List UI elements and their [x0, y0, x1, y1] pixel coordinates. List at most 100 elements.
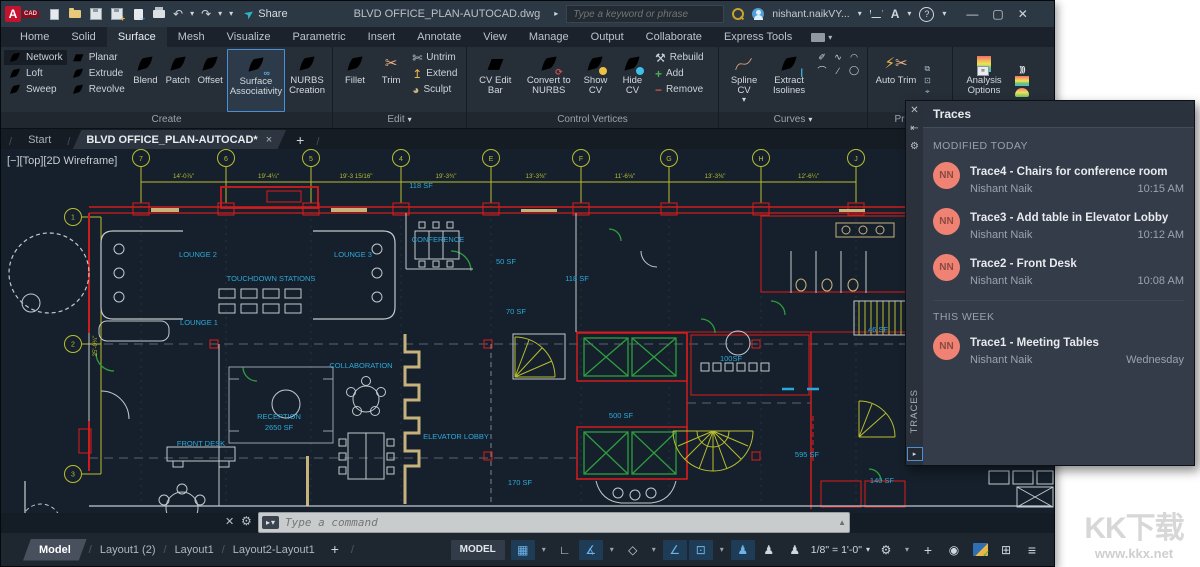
autodesk-a-icon[interactable]: A: [891, 8, 900, 20]
cv-edit-bar-button[interactable]: CV Edit Bar: [470, 49, 521, 112]
username[interactable]: nishant.naikVY...: [772, 8, 849, 20]
loft-button[interactable]: Loft: [4, 66, 67, 81]
curve-wave-icon[interactable]: ∿: [834, 52, 842, 63]
help-caret-icon[interactable]: ▾: [942, 10, 946, 18]
redo-icon[interactable]: ↷: [201, 8, 211, 20]
layout-tab[interactable]: Layout1 (2): [94, 544, 162, 556]
isodraft-caret-icon[interactable]: ▾: [647, 540, 661, 560]
grid-display-button[interactable]: ▦: [510, 539, 535, 560]
file-tab-start[interactable]: Start: [14, 130, 65, 150]
plot-icon[interactable]: [152, 7, 166, 21]
trace-item[interactable]: NN Trace1 - Meeting Tables Nishant Naik Wed…: [933, 333, 1184, 366]
qat-customize-icon[interactable]: ▾: [229, 10, 233, 18]
recent-commands-icon[interactable]: ▸ ▾: [262, 516, 279, 529]
clean-screen-button[interactable]: ⊞: [994, 540, 1018, 560]
blend-button[interactable]: Blend: [129, 49, 162, 112]
fillet-button[interactable]: Fillet: [336, 49, 374, 112]
commandline-close-icon[interactable]: ✕: [225, 515, 234, 528]
layout-tab[interactable]: Layout2-Layout1: [227, 544, 321, 556]
object-snap-button[interactable]: ⊡: [688, 539, 713, 560]
revolve-button[interactable]: Revolve: [67, 82, 129, 97]
tab-annotate[interactable]: Annotate: [406, 27, 472, 47]
panel-curves-label[interactable]: Curves ▾: [719, 112, 867, 128]
tab-output[interactable]: Output: [580, 27, 635, 47]
close-button[interactable]: ✕: [1018, 8, 1028, 20]
untrim-button[interactable]: ✄ Untrim: [408, 50, 463, 65]
patch-button[interactable]: Patch: [162, 49, 194, 112]
search-icon[interactable]: [732, 8, 745, 20]
tab-parametric[interactable]: Parametric: [281, 27, 356, 47]
hide-cv-button[interactable]: Hide CV: [614, 49, 651, 112]
help-search-field[interactable]: [566, 5, 725, 23]
palette-close-icon[interactable]: ✕: [910, 105, 918, 116]
gear-caret-icon[interactable]: ▾: [900, 540, 914, 560]
trim-button[interactable]: ✂ Trim: [374, 49, 408, 112]
layout-tab[interactable]: Layout1: [169, 544, 220, 556]
trace-item[interactable]: NN Trace3 - Add table in Elevator Lobby Ni…: [933, 208, 1184, 241]
tab-express-tools[interactable]: Express Tools: [713, 27, 803, 47]
command-history-icon[interactable]: ▲: [838, 518, 846, 527]
viewport-controls[interactable]: [−][Top][2D Wireframe]: [7, 155, 117, 167]
nurbs-creation-button[interactable]: NURBS Creation: [285, 49, 329, 112]
curve-line-icon[interactable]: ∕: [837, 66, 839, 76]
app-logo-icon[interactable]: A CAD: [5, 6, 39, 22]
undo-icon[interactable]: ↶: [173, 8, 183, 20]
spline-cv-button[interactable]: Spline CV ▾: [722, 49, 766, 112]
commandline-customize-icon[interactable]: ⚙: [241, 514, 252, 528]
curve-pen-icon[interactable]: ✐: [818, 52, 826, 63]
minimize-button[interactable]: —: [966, 8, 978, 20]
curvature-analysis-icon[interactable]: [1015, 75, 1029, 86]
tab-surface[interactable]: Surface: [106, 27, 167, 47]
new-layout-button[interactable]: +: [331, 541, 339, 557]
tab-visualize[interactable]: Visualize: [216, 27, 282, 47]
tab-overflow-button[interactable]: ▾: [803, 27, 840, 47]
autoscale-button[interactable]: ♟: [757, 540, 781, 560]
annotation-visibility-button[interactable]: ♟: [730, 539, 755, 560]
export-icon[interactable]: [131, 7, 147, 22]
app-store-cart-icon[interactable]: [869, 10, 883, 18]
maximize-button[interactable]: ▢: [992, 8, 1003, 20]
search-expand-icon[interactable]: ▸: [554, 10, 558, 18]
extend-button[interactable]: ↥ Extend: [408, 66, 463, 81]
trace-toolbar-icon[interactable]: ▸: [906, 447, 923, 461]
tab-solid[interactable]: Solid: [60, 27, 106, 47]
help-icon[interactable]: ?: [919, 6, 935, 22]
object-snap-tracking-button[interactable]: ∠: [662, 539, 687, 560]
add-status-button[interactable]: +: [916, 540, 940, 560]
hamburger-menu-button[interactable]: ≡: [1020, 540, 1044, 560]
osnap-caret-icon[interactable]: ▾: [715, 540, 729, 560]
sculpt-button[interactable]: ◕ Sculpt: [408, 82, 463, 97]
project-icon-3[interactable]: ⌖: [925, 87, 930, 97]
project-icon-1[interactable]: ⧉: [924, 64, 930, 74]
rebuild-button[interactable]: ⚒ Rebuild: [651, 50, 715, 65]
sweep-button[interactable]: Sweep: [4, 82, 67, 97]
isolate-objects-button[interactable]: ◉: [942, 540, 966, 560]
share-button[interactable]: ➤ Share: [241, 5, 288, 22]
customization-gear-button[interactable]: ⚙: [874, 540, 898, 560]
trace-item[interactable]: NN Trace4 - Chairs for conference room Nis…: [933, 162, 1184, 195]
zebra-analysis-icon[interactable]: ))): [1020, 65, 1026, 74]
annotation-scale-value[interactable]: 1/8" = 1'-0" ▾: [809, 540, 872, 560]
extrude-button[interactable]: Extrude: [67, 66, 129, 81]
draft-analysis-icon[interactable]: [1015, 87, 1029, 97]
a-caret-icon[interactable]: ▾: [907, 10, 911, 18]
curve-blend-icon[interactable]: ◠: [850, 52, 858, 63]
palette-autohide-icon[interactable]: ⇤: [910, 123, 918, 134]
file-tab-drawing[interactable]: BLVD OFFICE_PLAN-AUTOCAD* ×: [72, 130, 286, 150]
snap-caret-icon[interactable]: ▾: [537, 540, 551, 560]
tab-home[interactable]: Home: [9, 27, 60, 47]
ortho-button[interactable]: ∟: [553, 540, 577, 560]
new-file-icon[interactable]: [47, 7, 61, 21]
show-cv-button[interactable]: Show CV: [577, 49, 614, 112]
open-folder-icon[interactable]: [68, 7, 82, 21]
convert-to-nurbs-button[interactable]: ⟳ Convert to NURBS: [521, 49, 577, 112]
curve-circle-icon[interactable]: ◯: [849, 65, 859, 76]
network-button[interactable]: Network: [4, 50, 67, 65]
save-as-icon[interactable]: [110, 7, 125, 23]
polar-tracking-button[interactable]: ∡: [578, 539, 603, 560]
planar-button[interactable]: Planar: [67, 50, 129, 65]
redo-caret-icon[interactable]: ▾: [218, 10, 222, 18]
new-drawing-tab-button[interactable]: +: [296, 132, 304, 148]
graphics-performance-button[interactable]: [968, 540, 992, 560]
isodraft-button[interactable]: ◇: [621, 540, 645, 560]
